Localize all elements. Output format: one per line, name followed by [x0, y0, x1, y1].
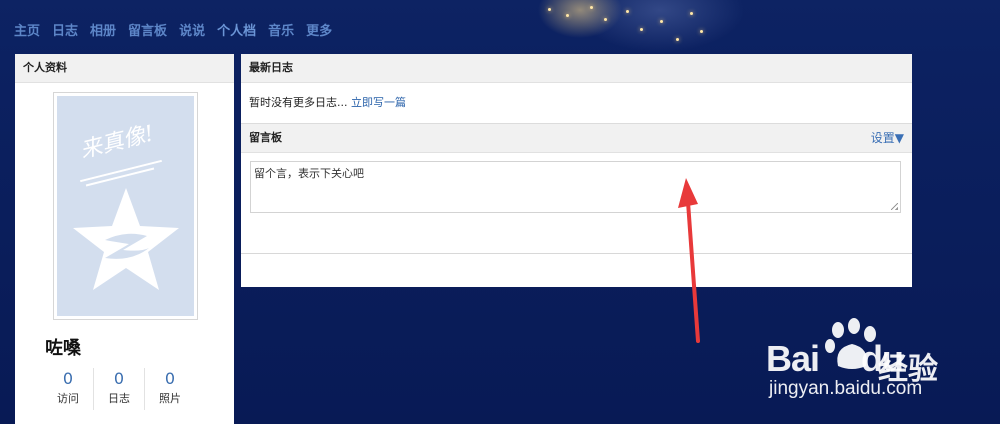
profile-panel: 个人资料 来真像! 咗嗓 0 访问 0 日志 0 照片	[15, 54, 234, 424]
profile-panel-title: 个人资料	[15, 54, 234, 83]
sparkle	[640, 28, 643, 31]
stat-label: 访问	[57, 392, 79, 405]
stat-blogs[interactable]: 0 日志	[94, 368, 145, 410]
guestbook-header: 留言板 设置▼	[241, 124, 912, 153]
avatar-placeholder: 来真像!	[57, 96, 194, 316]
main-panel: 最新日志 暂时没有更多日志... 立即写一篇 留言板 设置▼ 留个言，表示下关心…	[241, 54, 912, 287]
nav-item-home[interactable]: 主页	[14, 22, 40, 42]
nav-item-profile[interactable]: 个人档	[217, 22, 256, 42]
stat-value: 0	[164, 369, 176, 388]
sparkle	[700, 30, 703, 33]
blog-panel-title: 最新日志	[241, 54, 912, 83]
nav-item-album[interactable]: 相册	[90, 22, 116, 42]
qzone-star-icon	[73, 188, 179, 290]
watermark-url: jingyan.baidu.com	[769, 378, 923, 399]
stat-label: 日志	[108, 392, 130, 405]
nav-item-blog[interactable]: 日志	[52, 22, 78, 42]
guestbook-settings-button[interactable]: 设置▼	[871, 124, 904, 152]
profile-stats: 0 访问 0 日志 0 照片	[43, 368, 195, 410]
guestbook-placeholder: 留个言，表示下关心吧	[254, 167, 364, 180]
top-nav: 主页 日志 相册 留言板 说说 个人档 音乐 更多	[8, 22, 338, 42]
nav-item-more[interactable]: 更多	[306, 22, 332, 42]
blog-empty-state: 暂时没有更多日志... 立即写一篇	[241, 83, 912, 124]
stat-value: 0	[62, 369, 74, 388]
stat-visits[interactable]: 0 访问	[43, 368, 94, 410]
profile-name: 咗嗓	[45, 338, 81, 359]
resize-handle-icon[interactable]	[891, 203, 898, 210]
nav-item-music[interactable]: 音乐	[268, 22, 294, 42]
stat-value: 0	[113, 369, 125, 388]
sparkle	[604, 18, 607, 21]
sparkle	[660, 20, 663, 23]
sparkle	[676, 38, 679, 41]
write-blog-link[interactable]: 立即写一篇	[351, 96, 406, 109]
avatar[interactable]: 来真像!	[53, 92, 198, 320]
avatar-caption: 来真像!	[77, 121, 157, 164]
guestbook-message-input[interactable]: 留个言，表示下关心吧	[250, 161, 901, 213]
sparkle	[566, 14, 569, 17]
avatar-underline	[80, 159, 162, 183]
sparkle	[590, 6, 593, 9]
stat-photos[interactable]: 0 照片	[145, 368, 195, 410]
stat-label: 照片	[159, 392, 181, 405]
guestbook-body: 留个言，表示下关心吧	[241, 153, 912, 254]
guestbook-title: 留言板	[249, 131, 282, 144]
nav-item-guestbook[interactable]: 留言板	[128, 22, 167, 42]
baidu-jingyan-watermark: Bai du 经验 jingyan.baidu.com	[766, 318, 966, 404]
watermark-brand-bai: Bai	[766, 338, 820, 379]
sparkle	[626, 10, 629, 13]
blog-empty-text: 暂时没有更多日志...	[249, 96, 348, 109]
nav-item-shuoshuo[interactable]: 说说	[179, 22, 205, 42]
sparkle	[690, 12, 693, 15]
red-arrow-annotation	[678, 178, 700, 343]
sparkle	[548, 8, 551, 11]
